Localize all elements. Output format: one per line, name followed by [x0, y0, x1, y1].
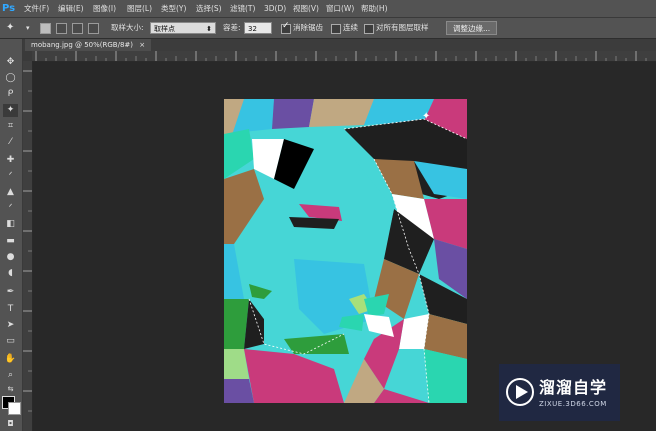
svg-text:✦: ✦ [422, 111, 430, 122]
select-arrow-icon: ⬍ [206, 25, 212, 33]
document-tab[interactable]: mobang.jpg @ 50%(RGB/8#) × [25, 39, 152, 51]
pen-tool-icon[interactable]: ✒ [3, 286, 18, 299]
play-logo-icon [506, 378, 534, 406]
sample-all-layers-label: 对所有图层取样 [376, 23, 429, 32]
menu-bar: Ps 文件(F) 编辑(E) 图像(I) 图层(L) 类型(Y) 选择(S) 滤… [0, 0, 656, 18]
subtract-selection-button[interactable] [72, 23, 83, 34]
artwork-image: ✦ [224, 99, 468, 404]
sample-size-select[interactable]: 取样点 ⬍ [150, 22, 216, 34]
menu-view[interactable]: 视图(V) [290, 0, 322, 17]
menu-edit[interactable]: 编辑(E) [55, 0, 87, 17]
marquee-tool-icon[interactable]: ◯ [3, 72, 18, 85]
background-color-swatch[interactable] [8, 402, 21, 415]
eyedropper-tool-icon[interactable]: ⁄ [3, 136, 18, 149]
lasso-tool-icon[interactable]: ᑭ [3, 88, 18, 101]
menu-select[interactable]: 选择(S) [193, 0, 225, 17]
zoom-tool-icon[interactable]: ⌕ [3, 369, 18, 382]
healing-brush-tool-icon[interactable]: ✚ [3, 154, 18, 167]
options-bar: ✦ ▾ 取样大小: 取样点 ⬍ 容差: 32 消除锯齿 连续 对所有图层取样 调… [0, 18, 656, 39]
ruler-origin[interactable] [23, 51, 32, 61]
sample-all-layers-checkbox[interactable] [364, 24, 374, 34]
rectangle-tool-icon[interactable]: ▭ [3, 335, 18, 348]
refine-edge-button[interactable]: 调整边缘... [446, 21, 498, 35]
document-tab-title: mobang.jpg @ 50%(RGB/8#) [31, 41, 134, 49]
magic-wand-icon[interactable]: ✦ [6, 18, 14, 38]
sample-size-value: 取样点 [154, 25, 175, 33]
type-tool-icon[interactable]: T [3, 303, 18, 316]
tools-panel: ✥ ◯ ᑭ ✦ ⌗ ⁄ ✚ ᐟ ▲ ᐟ ◧ ▬ ● ◖ ✒ T ➤ ▭ ✋ ⌕ … [0, 39, 23, 431]
photoshop-logo: Ps [2, 3, 16, 14]
clone-stamp-tool-icon[interactable]: ▲ [3, 186, 18, 199]
tolerance-input[interactable]: 32 [244, 22, 272, 34]
sample-size-label: 取样大小: [111, 23, 144, 32]
magic-wand-tool-icon[interactable]: ✦ [3, 104, 18, 117]
move-tool-icon[interactable]: ✥ [3, 56, 18, 69]
gradient-tool-icon[interactable]: ▬ [3, 235, 18, 248]
path-selection-tool-icon[interactable]: ➤ [3, 319, 18, 332]
menu-window[interactable]: 窗口(W) [323, 0, 357, 17]
tolerance-label: 容差: [223, 23, 241, 32]
vertical-ruler[interactable] [23, 61, 33, 431]
menu-help[interactable]: 帮助(H) [358, 0, 391, 17]
add-to-selection-button[interactable] [56, 23, 67, 34]
menu-layer[interactable]: 图层(L) [124, 0, 155, 17]
contiguous-label: 连续 [343, 23, 358, 32]
blur-tool-icon[interactable]: ● [3, 251, 18, 264]
dodge-tool-icon[interactable]: ◖ [3, 267, 18, 280]
history-brush-tool-icon[interactable]: ᐟ [3, 202, 18, 215]
menu-3d[interactable]: 3D(D) [261, 0, 289, 17]
menu-file[interactable]: 文件(F) [21, 0, 52, 17]
brush-tool-icon[interactable]: ᐟ [3, 170, 18, 183]
quick-mask-icon[interactable]: ◘ [3, 417, 18, 430]
swap-colors-icon[interactable]: ⇆ [3, 383, 18, 396]
crop-tool-icon[interactable]: ⌗ [3, 120, 18, 133]
watermark-subtitle: ZIXUE.3D66.COM [539, 400, 607, 408]
hand-tool-icon[interactable]: ✋ [3, 353, 18, 366]
watermark-title: 溜溜自学 [539, 378, 608, 397]
menu-filter[interactable]: 滤镜(T) [227, 0, 258, 17]
close-tab-icon[interactable]: × [139, 41, 145, 49]
eraser-tool-icon[interactable]: ◧ [3, 218, 18, 231]
watermark-badge: 溜溜自学 ZIXUE.3D66.COM [499, 364, 620, 421]
horizontal-ruler[interactable] [32, 51, 656, 62]
tool-preset-chevron-icon[interactable]: ▾ [26, 18, 30, 38]
intersect-selection-button[interactable] [88, 23, 99, 34]
new-selection-button[interactable] [40, 23, 51, 34]
document-canvas[interactable]: ✦ [224, 99, 468, 404]
menu-image[interactable]: 图像(I) [90, 0, 119, 17]
contiguous-checkbox[interactable] [331, 24, 341, 34]
menu-type[interactable]: 类型(Y) [158, 0, 189, 17]
antialias-checkbox[interactable] [281, 21, 291, 34]
document-tab-bar: mobang.jpg @ 50%(RGB/8#) × [23, 39, 656, 51]
antialias-label: 消除锯齿 [293, 23, 323, 32]
